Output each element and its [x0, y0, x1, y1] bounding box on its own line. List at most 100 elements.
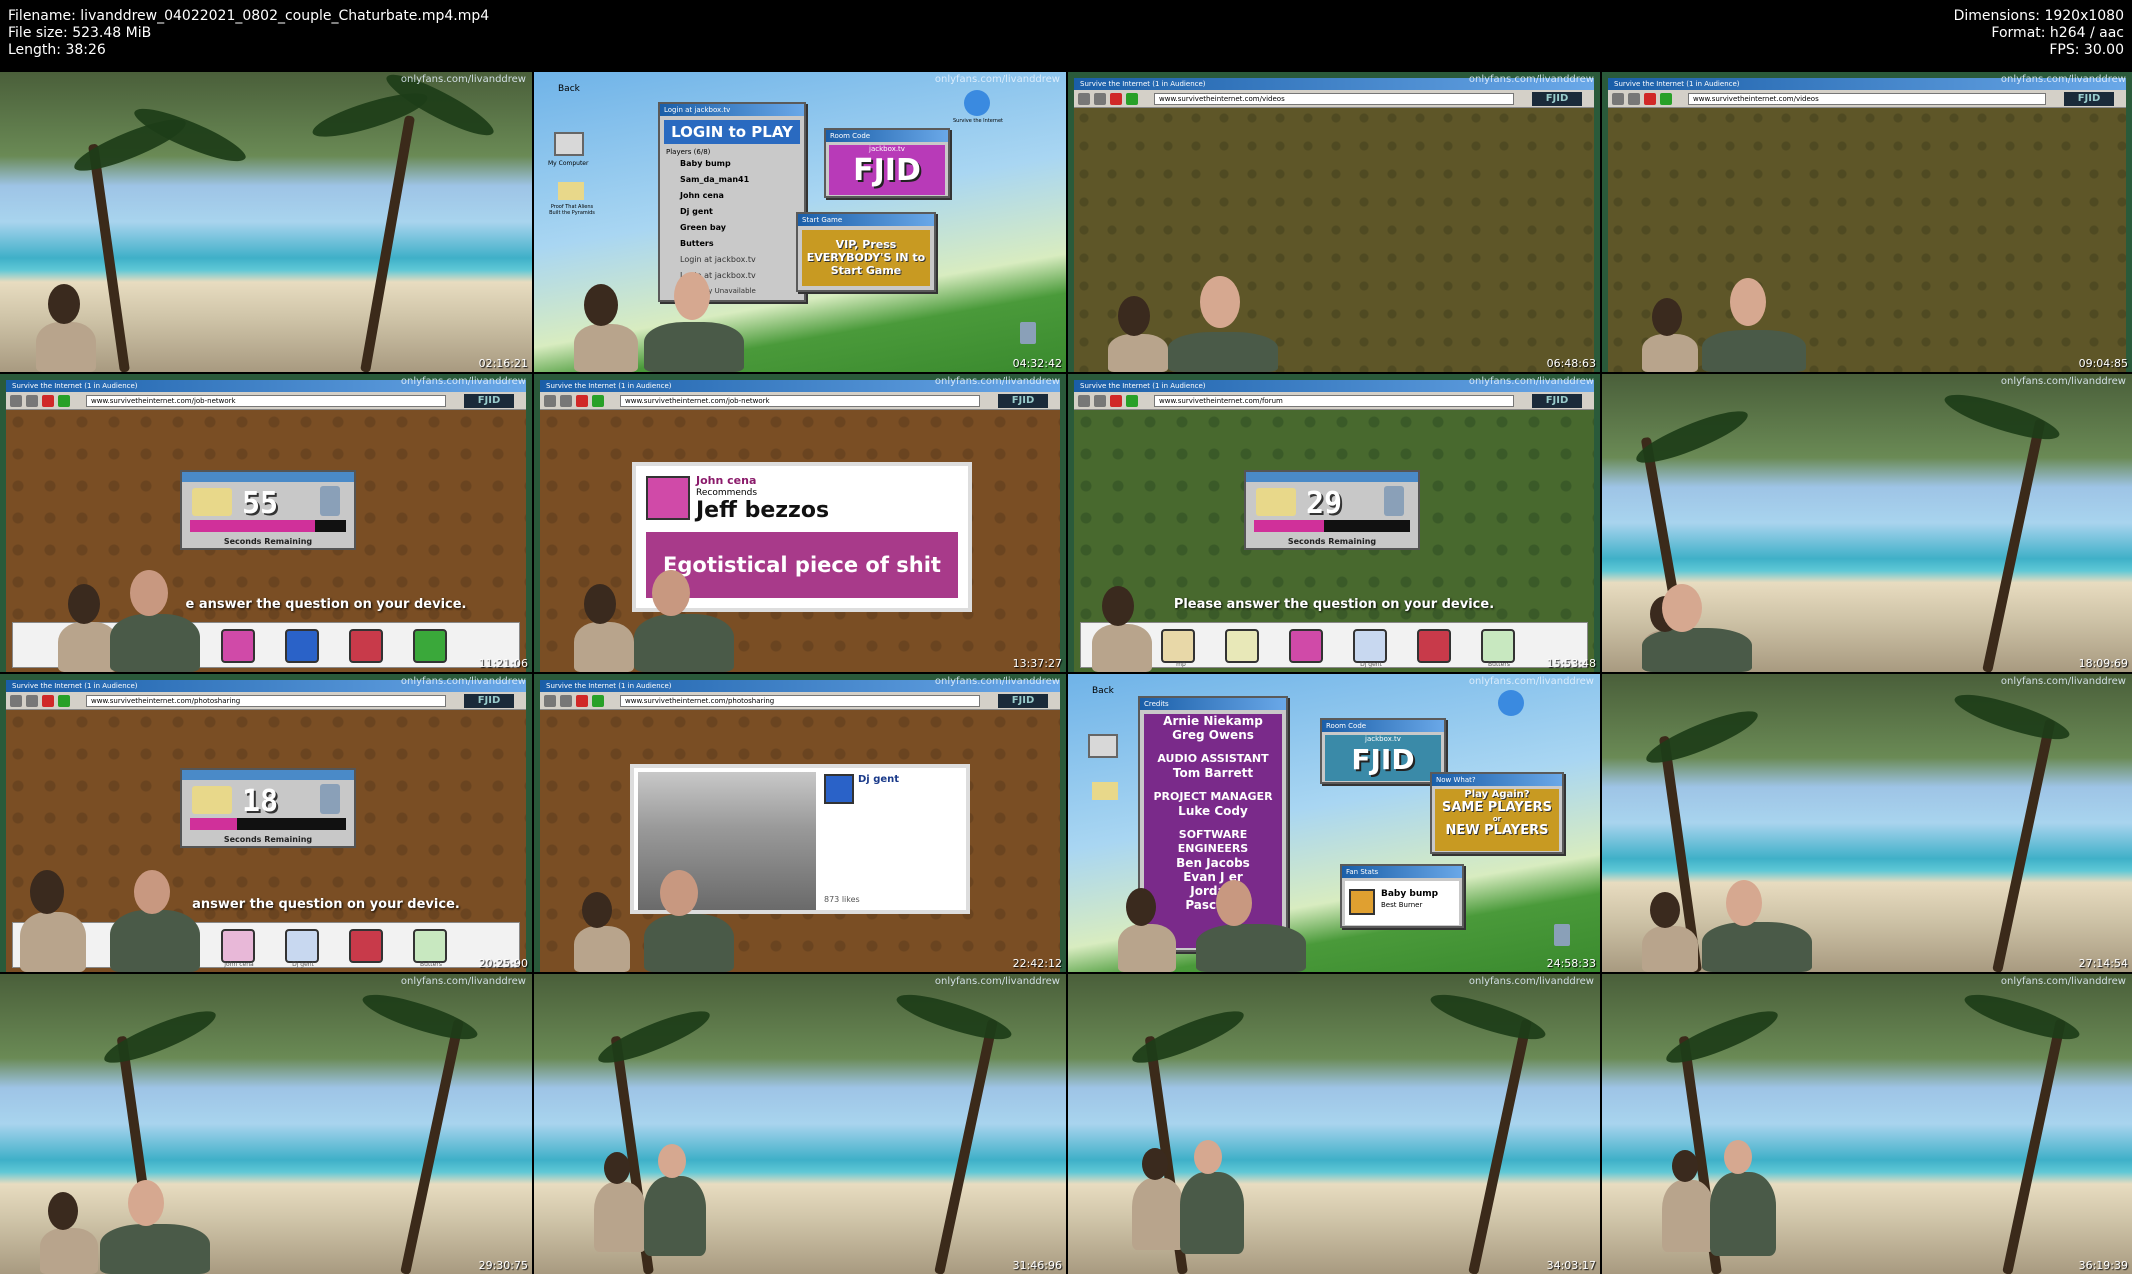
url-bar[interactable]: www.survivetheinternet.com/videos	[1688, 93, 2046, 105]
refresh-icon[interactable]	[1660, 93, 1672, 105]
back-arrow-icon[interactable]	[1078, 395, 1090, 407]
person-head	[674, 272, 710, 320]
proof-file-icon[interactable]	[558, 182, 584, 200]
refresh-icon[interactable]	[592, 395, 604, 407]
thumbnail-15[interactable]: onlyfans.com/livanddrew 34:03:17	[1068, 974, 1600, 1274]
room-code: FJID	[1351, 743, 1415, 776]
thumbnail-13[interactable]: onlyfans.com/livanddrew 29:30:75	[0, 974, 532, 1274]
person-woman	[1132, 1178, 1184, 1250]
back-arrow-icon[interactable]	[1612, 93, 1624, 105]
timestamp: 29:30:75	[478, 1259, 528, 1272]
refresh-icon[interactable]	[58, 695, 70, 707]
start-game-window: Start Game VIP, Press EVERYBODY'S IN to …	[796, 212, 936, 292]
thumbnail-8[interactable]: onlyfans.com/livanddrew 18:09:69	[1602, 374, 2132, 672]
start-game-button[interactable]: VIP, Press EVERYBODY'S IN to Start Game	[802, 230, 930, 286]
players-header: Players (6/8)	[666, 148, 711, 156]
same-players-button[interactable]: SAME PLAYERS	[1435, 800, 1559, 815]
stop-icon[interactable]	[42, 395, 54, 407]
my-computer-icon[interactable]	[554, 132, 584, 156]
like-count: 873 likes	[824, 895, 860, 904]
browser-toolbar: www.survivetheinternet.com/photosharing …	[6, 692, 526, 710]
timestamp: 34:03:17	[1546, 1259, 1596, 1272]
thumbnail-3[interactable]: Survive the Internet (1 in Audience) www…	[1068, 72, 1600, 372]
back-arrow-icon[interactable]	[544, 395, 556, 407]
thumbnail-7[interactable]: Survive the Internet (1 in Audience) www…	[1068, 374, 1600, 672]
person-woman	[1108, 334, 1168, 372]
thumbnail-16[interactable]: onlyfans.com/livanddrew 36:19:39	[1602, 974, 2132, 1274]
refresh-icon[interactable]	[592, 695, 604, 707]
back-button[interactable]: Back	[1092, 686, 1114, 696]
credit-line: SOFTWARE ENGINEERS	[1177, 828, 1249, 855]
back-arrow-icon[interactable]	[10, 695, 22, 707]
url-bar[interactable]: www.survivetheinternet.com/videos	[1154, 93, 1514, 105]
play-again-bar: Now What?	[1432, 774, 1562, 786]
forward-arrow-icon[interactable]	[26, 695, 38, 707]
url-bar[interactable]: www.survivetheinternet.com/photosharing	[86, 695, 446, 707]
thumbnail-2[interactable]: Back My Computer Proof That Aliens Built…	[534, 72, 1066, 372]
stop-icon[interactable]	[576, 695, 588, 707]
thumbnail-1[interactable]: onlyfans.com/livanddrew 02:16:21	[0, 72, 532, 372]
room-code-window: Room Code jackbox.tv FJID	[824, 128, 950, 198]
globe-icon[interactable]	[964, 90, 990, 116]
refresh-icon[interactable]	[1126, 395, 1138, 407]
trash-icon[interactable]	[1554, 924, 1570, 946]
timer-value: 29	[1306, 486, 1343, 521]
room-code-logo: FJID	[2064, 92, 2114, 106]
timestamp: 02:16:21	[478, 357, 528, 370]
forward-arrow-icon[interactable]	[1628, 93, 1640, 105]
stop-icon[interactable]	[576, 395, 588, 407]
globe-icon[interactable]	[1498, 690, 1524, 716]
timer-bar	[1246, 472, 1418, 482]
timestamp: 13:37:27	[1012, 657, 1062, 670]
thumbnail-grid: onlyfans.com/livanddrew 02:16:21 Back My…	[0, 72, 2132, 1274]
person-head	[68, 584, 100, 624]
back-arrow-icon[interactable]	[10, 395, 22, 407]
file-metadata: Filename: livanddrew_04022021_0802_coupl…	[8, 8, 489, 59]
new-players-button[interactable]: NEW PLAYERS	[1435, 823, 1559, 838]
thumbnail-5[interactable]: Survive the Internet (1 in Audience) www…	[0, 374, 532, 672]
person-head	[1730, 278, 1766, 326]
forward-arrow-icon[interactable]	[1094, 395, 1106, 407]
trash-icon[interactable]	[1020, 322, 1036, 344]
folder-icon	[1256, 488, 1296, 516]
stop-icon[interactable]	[1110, 395, 1122, 407]
back-arrow-icon[interactable]	[544, 695, 556, 707]
url-bar[interactable]: www.survivetheinternet.com/forum	[1154, 395, 1514, 407]
url-bar[interactable]: www.survivetheinternet.com/job-network	[86, 395, 446, 407]
url-bar[interactable]: www.survivetheinternet.com/job-network	[620, 395, 980, 407]
my-computer-icon[interactable]	[1088, 734, 1118, 758]
thumbnail-11[interactable]: Back Credits Arnie Niekamp Greg Owens AU…	[1068, 674, 1600, 972]
thumbnail-6[interactable]: Survive the Internet (1 in Audience) www…	[534, 374, 1066, 672]
refresh-icon[interactable]	[1126, 93, 1138, 105]
thumbnail-12[interactable]: onlyfans.com/livanddrew 27:14:54	[1602, 674, 2132, 972]
stop-icon[interactable]	[1644, 93, 1656, 105]
thumbnail-9[interactable]: Survive the Internet (1 in Audience) www…	[0, 674, 532, 972]
stop-icon[interactable]	[1110, 93, 1122, 105]
credit-line: Greg Owens	[1172, 728, 1254, 742]
thumbnail-14[interactable]: onlyfans.com/livanddrew 31:46:96	[534, 974, 1066, 1274]
url-bar[interactable]: www.survivetheinternet.com/photosharing	[620, 695, 980, 707]
room-code-logo: FJID	[998, 394, 1048, 408]
forward-arrow-icon[interactable]	[1094, 93, 1106, 105]
login-window: Login at jackbox.tv LOGIN to PLAY Player…	[658, 102, 806, 302]
proof-file-icon[interactable]	[1092, 782, 1118, 800]
thumbnail-4[interactable]: Survive the Internet (1 in Audience) www…	[1602, 72, 2132, 372]
person-woman	[20, 912, 86, 972]
player-avatar	[285, 629, 319, 663]
videos-page	[1608, 108, 2126, 372]
back-button[interactable]: Back	[558, 84, 580, 94]
stop-icon[interactable]	[42, 695, 54, 707]
timestamp: 27:14:54	[2078, 957, 2128, 970]
fan-name: Baby bump	[1381, 889, 1439, 899]
player-tray: John cena Dj gent Butters	[12, 922, 520, 968]
refresh-icon[interactable]	[58, 395, 70, 407]
person-head	[134, 870, 170, 914]
back-arrow-icon[interactable]	[1078, 93, 1090, 105]
credit-line: Jorda r	[1190, 884, 1236, 898]
thumbnail-10[interactable]: Survive the Internet (1 in Audience) www…	[534, 674, 1066, 972]
forward-arrow-icon[interactable]	[560, 695, 572, 707]
browser-toolbar: www.survivetheinternet.com/photosharing …	[540, 692, 1060, 710]
forward-arrow-icon[interactable]	[560, 395, 572, 407]
browser-toolbar: www.survivetheinternet.com/job-network F…	[6, 392, 526, 410]
forward-arrow-icon[interactable]	[26, 395, 38, 407]
